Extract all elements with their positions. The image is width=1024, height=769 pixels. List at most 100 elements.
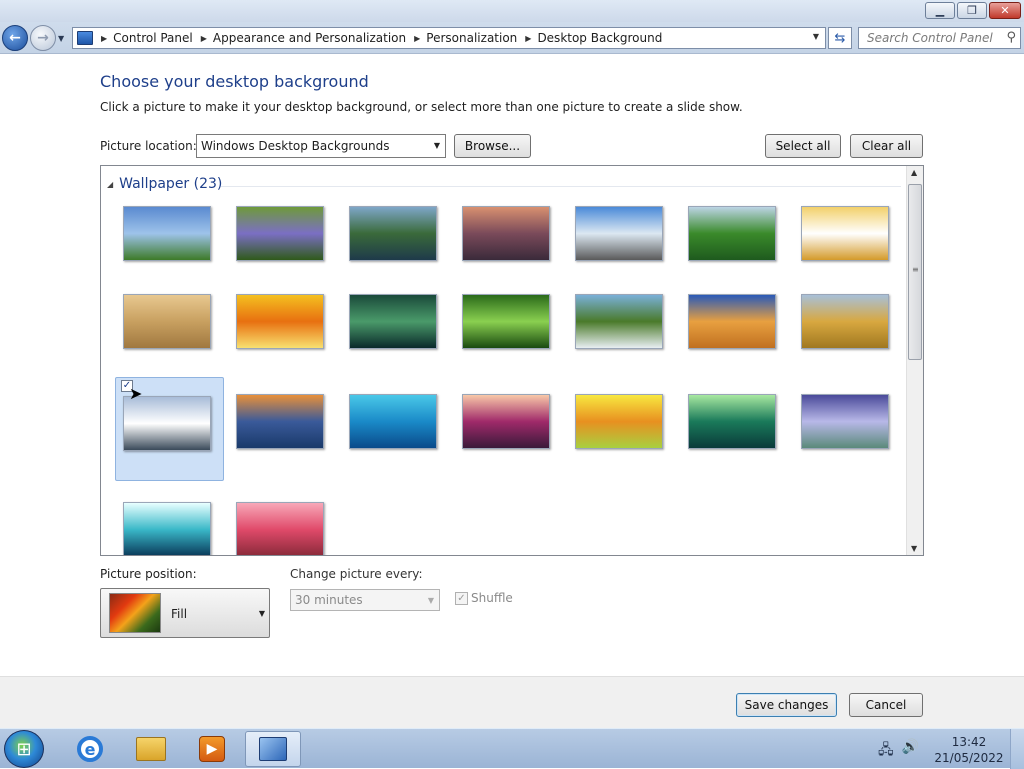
gallery-scrollbar[interactable]: ▲ ≡ ▼: [906, 166, 923, 555]
wallpaper-thumbnail-dolmen[interactable]: [575, 206, 663, 261]
wallpaper-thumbnail-meadow-stones[interactable]: [123, 206, 211, 261]
save-changes-button[interactable]: Save changes: [736, 693, 837, 717]
breadcrumb-personalization[interactable]: Personalization: [426, 31, 517, 45]
wallpaper-thumbnail-underwater-fish[interactable]: [349, 394, 437, 449]
scroll-up-icon[interactable]: ▲: [911, 168, 917, 177]
chevron-down-icon: ▼: [258, 609, 265, 618]
forward-button[interactable]: →: [30, 25, 56, 51]
wallpaper-group-header[interactable]: ◢ Wallpaper (23): [107, 176, 222, 192]
picture-position-select[interactable]: Fill ▼: [100, 588, 270, 638]
wallpaper-thumbnail-bluebells[interactable]: [236, 206, 324, 261]
group-divider: [221, 186, 901, 187]
internet-explorer-icon: e: [77, 736, 103, 762]
scrollbar-thumb[interactable]: ≡: [908, 184, 922, 360]
wallpaper-thumbnail-orange-flower[interactable]: [236, 294, 324, 349]
clear-all-button[interactable]: Clear all: [850, 134, 923, 158]
picture-position-label: Picture position:: [100, 567, 197, 581]
title-bar: ▁ ❐ ✕: [0, 0, 1024, 22]
wallpaper-thumbnail-pink-dahlia[interactable]: [236, 502, 324, 555]
breadcrumb-separator-icon[interactable]: ▶: [414, 34, 420, 43]
clock-time: 13:42: [951, 735, 987, 749]
network-icon[interactable]: 🖧: [878, 739, 894, 763]
wallpaper-thumbnail-rocky-shore-sunset[interactable]: [462, 206, 550, 261]
wallpaper-thumbnail-purple-stripes[interactable]: [801, 394, 889, 449]
wallpaper-thumbnail-teal-rays[interactable]: [123, 502, 211, 555]
minimize-icon: ▁: [935, 4, 945, 17]
address-bar[interactable]: ▶ Control Panel ▶ Appearance and Persona…: [72, 27, 826, 49]
recent-pages-dropdown[interactable]: ▼: [58, 34, 64, 43]
chevron-down-icon: ▼: [433, 141, 440, 150]
restore-icon: ❐: [967, 4, 977, 17]
wallpaper-thumbnail-green-leaves[interactable]: [349, 294, 437, 349]
position-preview-thumbnail: [109, 593, 161, 633]
forward-arrow-icon: →: [37, 30, 49, 46]
taskbar-internet-explorer[interactable]: e: [62, 731, 118, 767]
taskbar: ⊞ e ▶ 🖧 🔊 13:42 21/05/2022: [0, 728, 1024, 769]
volume-icon[interactable]: 🔊: [902, 739, 919, 763]
wallpaper-thumbnail-wheat-field[interactable]: [801, 294, 889, 349]
page-subtitle: Click a picture to make it your desktop …: [100, 100, 743, 114]
picture-location-select[interactable]: Windows Desktop Backgrounds ▼: [196, 134, 446, 158]
taskbar-windows-explorer[interactable]: [123, 731, 179, 767]
address-dropdown-icon[interactable]: ▼: [813, 32, 819, 41]
wallpaper-thumbnail-yellow-bokeh[interactable]: [575, 394, 663, 449]
minimize-button[interactable]: ▁: [925, 2, 955, 19]
close-button[interactable]: ✕: [989, 2, 1021, 19]
wallpaper-thumbnail-frangipani[interactable]: [801, 206, 889, 261]
back-arrow-icon: ←: [9, 30, 21, 46]
refresh-button[interactable]: ⇆: [828, 27, 852, 49]
select-all-button[interactable]: Select all: [765, 134, 841, 158]
page-title: Choose your desktop background: [100, 72, 369, 91]
search-placeholder: Search Control Panel: [867, 31, 993, 45]
start-button[interactable]: ⊞: [4, 730, 44, 768]
change-interval-value: 30 minutes: [295, 593, 363, 607]
picture-position-value: Fill: [171, 607, 188, 621]
folder-icon: [136, 737, 166, 761]
search-input[interactable]: Search Control Panel ⚲: [858, 27, 1021, 49]
media-player-icon: ▶: [199, 736, 225, 762]
wallpaper-thumbnail-sand-dune[interactable]: [688, 294, 776, 349]
breadcrumb-desktop-background[interactable]: Desktop Background: [537, 31, 662, 45]
wallpaper-thumbnail-green-light[interactable]: [688, 394, 776, 449]
wallpaper-thumbnail-stone-bridge[interactable]: [349, 206, 437, 261]
browse-button[interactable]: Browse...: [454, 134, 531, 158]
wallpaper-gallery: ◢ Wallpaper (23) ✓ ➤ ▲ ≡ ▼: [100, 165, 924, 556]
taskbar-media-player[interactable]: ▶: [184, 731, 240, 767]
scroll-grip-icon: ≡: [912, 265, 919, 274]
close-icon: ✕: [1000, 4, 1010, 17]
scroll-down-icon[interactable]: ▼: [911, 544, 917, 553]
shuffle-label: Shuffle: [471, 591, 513, 605]
cancel-button[interactable]: Cancel: [849, 693, 923, 717]
collapse-triangle-icon[interactable]: ◢: [107, 180, 113, 189]
breadcrumb-separator-icon[interactable]: ▶: [101, 34, 107, 43]
breadcrumb-control-panel[interactable]: Control Panel: [113, 31, 193, 45]
footer-bar: Save changes Cancel: [0, 676, 1024, 728]
breadcrumb-appearance[interactable]: Appearance and Personalization: [213, 31, 406, 45]
back-button[interactable]: ←: [2, 25, 28, 51]
control-panel-icon: [259, 737, 287, 761]
clock[interactable]: 13:42 21/05/2022: [932, 734, 1006, 766]
shuffle-checkbox[interactable]: ✓: [455, 592, 468, 605]
system-tray: 🖧 🔊: [878, 739, 919, 763]
search-icon[interactable]: ⚲: [1006, 30, 1016, 45]
breadcrumb-separator-icon[interactable]: ▶: [525, 34, 531, 43]
picture-location-label: Picture location:: [100, 139, 197, 153]
wallpaper-thumbnail-fern[interactable]: [462, 294, 550, 349]
wallpaper-thumbnail-snowy-mountains[interactable]: [123, 396, 211, 451]
wallpaper-thumbnail-mountain-lake[interactable]: [236, 394, 324, 449]
mouse-pointer-icon: ➤: [129, 384, 143, 403]
clock-date: 21/05/2022: [934, 751, 1004, 765]
wallpaper-thumbnail-honeycomb-texture[interactable]: [123, 294, 211, 349]
taskbar-control-panel[interactable]: [245, 731, 301, 767]
show-desktop-button[interactable]: [1010, 729, 1024, 769]
chevron-down-icon: ▼: [427, 596, 434, 605]
wallpaper-group-title: Wallpaper (23): [119, 176, 223, 192]
wallpaper-thumbnail-pink-bokeh[interactable]: [462, 394, 550, 449]
change-interval-select[interactable]: 30 minutes ▼: [290, 589, 440, 611]
navigation-bar: ← → ▼ ▶ Control Panel ▶ Appearance and P…: [0, 22, 1024, 54]
breadcrumb-separator-icon[interactable]: ▶: [201, 34, 207, 43]
wallpaper-thumbnail-green-hills[interactable]: [688, 206, 776, 261]
restore-button[interactable]: ❐: [957, 2, 987, 19]
picture-location-value: Windows Desktop Backgrounds: [201, 139, 390, 153]
wallpaper-thumbnail-waterfall[interactable]: [575, 294, 663, 349]
